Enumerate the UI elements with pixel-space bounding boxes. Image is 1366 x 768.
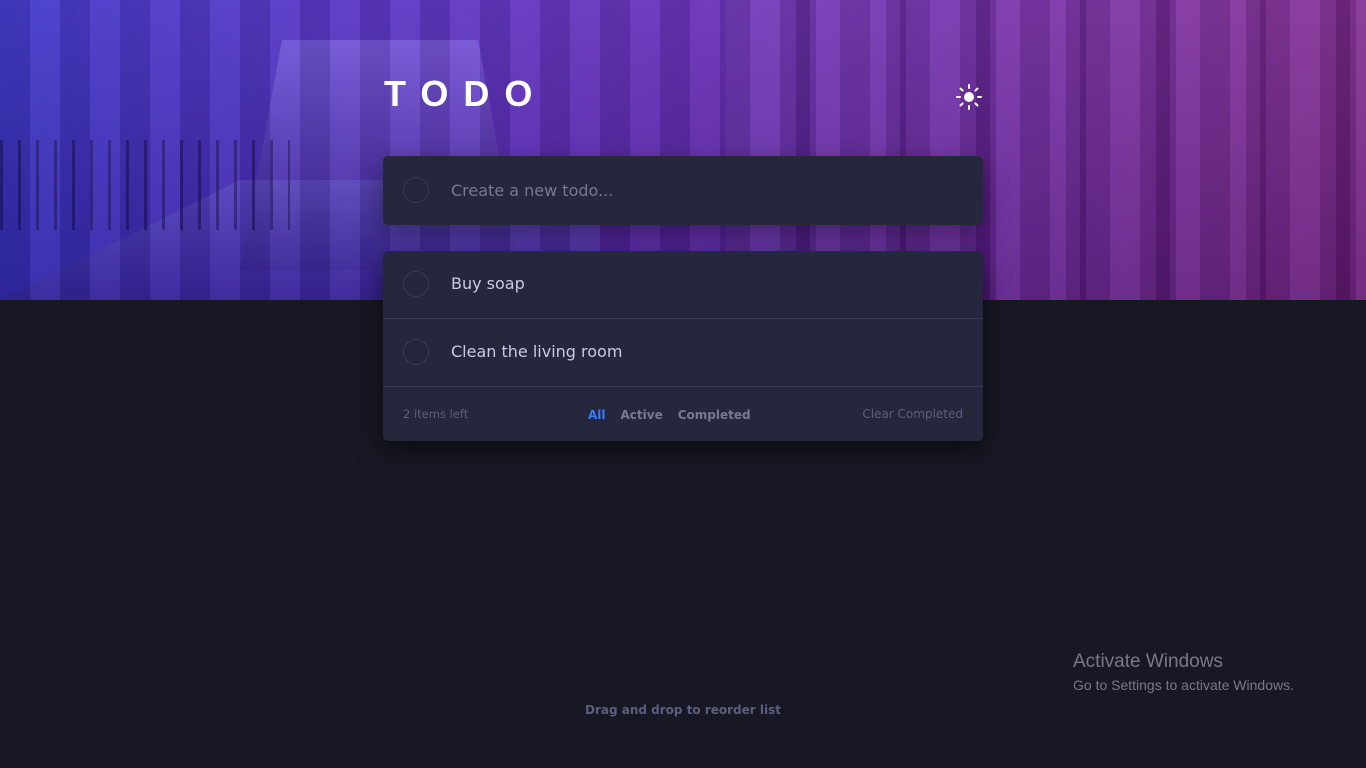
filter-active[interactable]: Active <box>621 408 663 422</box>
sun-icon <box>956 84 982 110</box>
theme-toggle-button[interactable] <box>955 83 983 111</box>
drag-hint: Drag and drop to reorder list <box>585 703 781 717</box>
watermark-title: Activate Windows <box>1073 651 1223 672</box>
filter-all[interactable]: All <box>588 408 606 422</box>
list-footer: 2 items left All Active Completed Clear … <box>383 388 983 441</box>
filter-completed[interactable]: Completed <box>678 408 751 422</box>
clear-completed-button[interactable]: Clear Completed <box>862 388 963 441</box>
todo-text: Buy soap <box>451 274 525 293</box>
windows-activation-watermark: Activate Windows Go to Settings to activ… <box>1073 650 1294 696</box>
new-todo-checkbox[interactable] <box>403 177 429 203</box>
todo-checkbox[interactable] <box>403 271 429 297</box>
items-left-counter: 2 items left <box>403 407 469 421</box>
todo-checkbox[interactable] <box>403 339 429 365</box>
todo-item[interactable]: Buy soap <box>383 251 983 319</box>
new-todo-input[interactable] <box>451 156 961 225</box>
new-todo-card <box>383 156 983 225</box>
app-title: TODO <box>384 73 548 114</box>
todo-item[interactable]: Clean the living room <box>383 319 983 387</box>
todo-text: Clean the living room <box>451 342 623 361</box>
filter-group: All Active Completed <box>588 388 751 441</box>
watermark-subtitle: Go to Settings to activate Windows. <box>1073 677 1294 693</box>
todo-list: Buy soap Clean the living room 2 items l… <box>383 251 983 441</box>
